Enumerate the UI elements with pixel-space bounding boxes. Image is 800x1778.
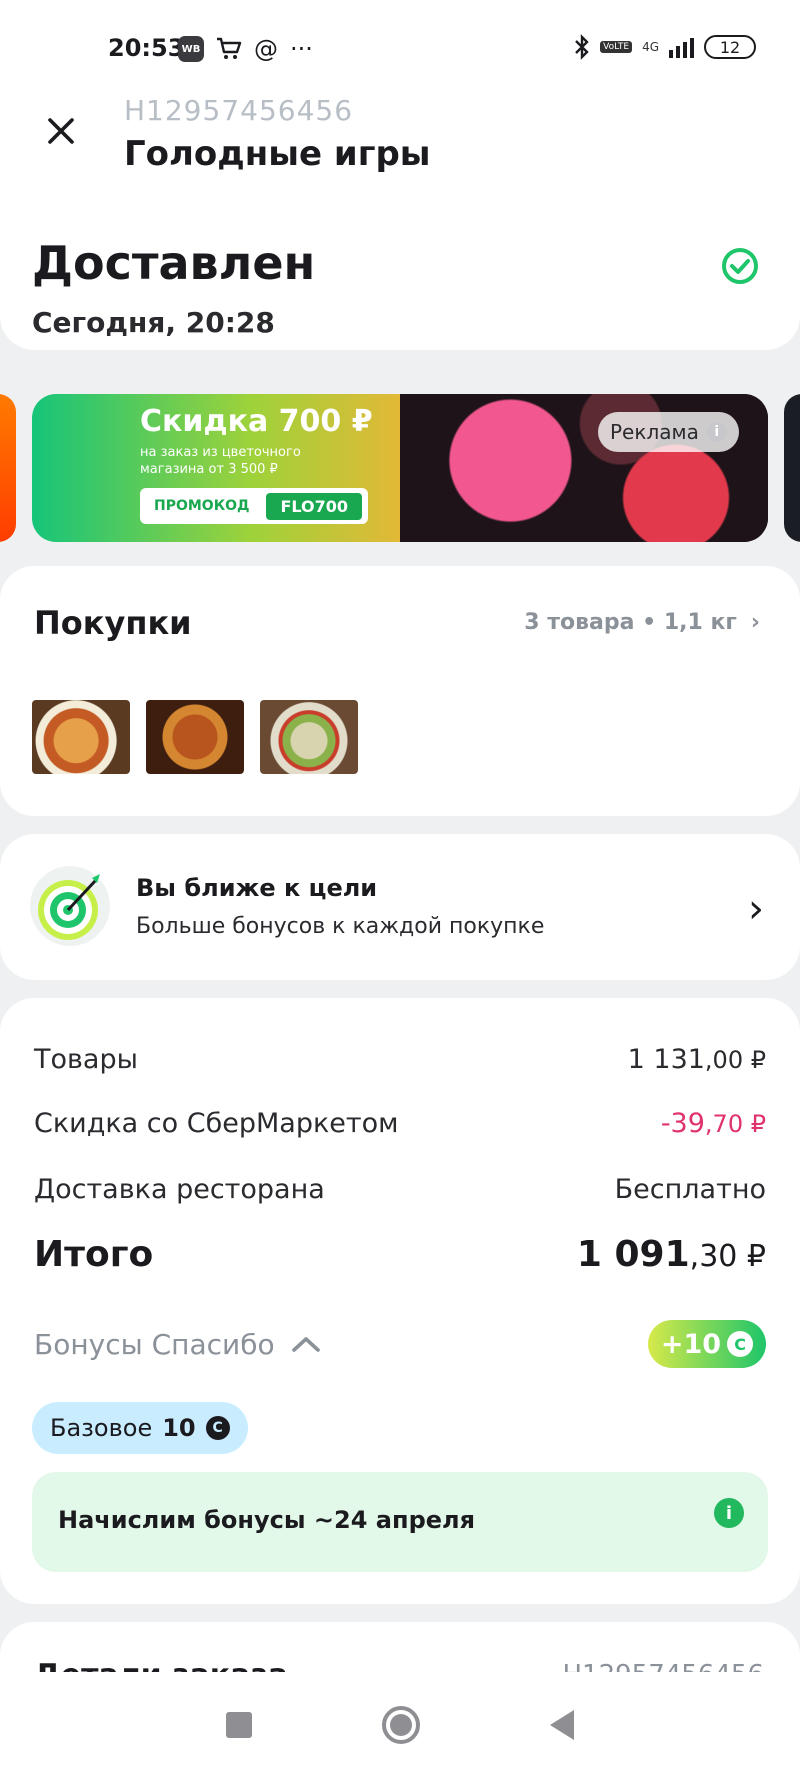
info-icon: i [706, 422, 727, 442]
bonus-accrual-notice: Начислим бонусы ~24 апреля i [32, 1472, 768, 1572]
total-value-dec: ,30 ₽ [689, 1239, 766, 1274]
chevron-right-icon: › [750, 610, 760, 635]
purchases-meta-text: 3 товара • 1,1 кг [524, 610, 737, 635]
base-bonus-value: 10 [162, 1414, 196, 1442]
banner-next-peek[interactable] [784, 394, 800, 542]
promo-label: ПРОМОКОД [154, 498, 250, 514]
wb-app-icon: WB [178, 36, 204, 62]
total-row: Итого 1 091,30 ₽ [34, 1234, 766, 1275]
delivery-time: Сегодня, 20:28 [32, 306, 275, 339]
bluetooth-icon [575, 34, 589, 60]
accrual-text: Начислим бонусы ~24 апреля [58, 1506, 476, 1534]
notification-icons: WB @ ··· [178, 36, 313, 62]
bonus-row: Бонусы Спасибо +10 С [34, 1320, 766, 1368]
status-time: 20:53 [108, 34, 185, 62]
close-button[interactable] [40, 110, 82, 152]
chevron-up-icon [291, 1337, 320, 1352]
purchases-summary[interactable]: 3 товара • 1,1 кг › [524, 610, 760, 635]
bonus-label: Бонусы Спасибо [34, 1327, 275, 1361]
goal-title: Вы ближе к цели [136, 874, 378, 902]
chevron-right-icon: › [748, 886, 764, 932]
product-thumbnails [32, 700, 358, 774]
info-icon[interactable]: i [714, 1498, 744, 1528]
check-circle-icon [722, 248, 758, 284]
banner-prev-peek[interactable] [0, 394, 16, 542]
delivery-value: Бесплатно [614, 1174, 766, 1205]
target-icon [30, 866, 110, 946]
discount-value: -39,70 ₽ [661, 1108, 766, 1139]
product-thumbnail[interactable] [146, 700, 244, 774]
bonus-toggle[interactable]: Бонусы Спасибо [34, 1328, 321, 1361]
delivery-row: Доставка ресторана Бесплатно [34, 1174, 766, 1205]
store-name: Голодные игры [124, 134, 431, 174]
bonus-amount-badge: +10 С [648, 1320, 766, 1368]
discount-value-int: -39 [660, 1108, 705, 1139]
cart-icon [217, 37, 242, 59]
promo-banner[interactable]: Скидка 700 ₽ на заказ из цветочного мага… [32, 394, 768, 542]
banner-subtitle: на заказ из цветочного магазина от 3 500… [140, 445, 301, 477]
system-nav-bar [0, 1672, 800, 1778]
spasibo-coin-icon: С [727, 1331, 754, 1357]
goods-value: 1 131,00 ₽ [628, 1044, 766, 1075]
delivery-label: Доставка ресторана [34, 1174, 325, 1205]
total-value-int: 1 091 [576, 1234, 690, 1275]
product-thumbnail[interactable] [260, 700, 358, 774]
goods-value-int: 1 131 [627, 1044, 705, 1075]
banner-title: Скидка 700 ₽ [140, 404, 373, 439]
total-label: Итого [34, 1234, 154, 1275]
purchases-card[interactable]: Покупки 3 товара • 1,1 кг › [0, 566, 800, 816]
network-type: 4G [642, 40, 659, 54]
base-bonus-label: Базовое [50, 1414, 153, 1442]
more-notifications-icon: ··· [290, 35, 313, 63]
back-button[interactable] [550, 1710, 574, 1740]
total-value: 1 091,30 ₽ [577, 1234, 766, 1275]
goods-row: Товары 1 131,00 ₽ [34, 1044, 766, 1075]
discount-row: Скидка со СберМаркетом -39,70 ₽ [34, 1108, 766, 1139]
order-status: Доставлен [32, 236, 316, 290]
order-header: H12957456456 Голодные игры Доставлен Сег… [0, 80, 800, 350]
goods-value-dec: ,00 ₽ [704, 1046, 766, 1074]
goal-subtitle: Больше бонусов к каждой покупке [136, 914, 545, 939]
base-bonus-chip: Базовое 10 С [32, 1402, 248, 1454]
goal-card[interactable]: Вы ближе к цели Больше бонусов к каждой … [0, 834, 800, 980]
goods-label: Товары [34, 1044, 138, 1075]
bonus-value: +10 [660, 1328, 722, 1360]
promo-code-box: ПРОМОКОД FLO700 [140, 488, 368, 524]
volte-icon: VoLTE [600, 41, 633, 53]
ad-label: Реклама [610, 420, 699, 444]
spasibo-coin-icon: С [205, 1416, 230, 1440]
promo-carousel[interactable]: Скидка 700 ₽ на заказ из цветочного мага… [0, 394, 800, 542]
ad-badge[interactable]: Реклама i [598, 412, 739, 452]
at-icon: @ [254, 35, 278, 63]
order-totals-card: Товары 1 131,00 ₽ Скидка со СберМаркетом… [0, 998, 800, 1604]
product-thumbnail[interactable] [32, 700, 130, 774]
close-icon [48, 118, 74, 144]
signal-icon [669, 36, 694, 58]
purchases-title: Покупки [34, 604, 192, 642]
battery-icon: 12 [704, 35, 756, 59]
recent-apps-button[interactable] [226, 1712, 252, 1738]
order-number: H12957456456 [124, 94, 354, 127]
home-icon [390, 1714, 412, 1736]
discount-value-dec: ,70 ₽ [704, 1110, 766, 1138]
home-button[interactable] [382, 1706, 420, 1744]
promo-code: FLO700 [266, 492, 362, 520]
system-icons: VoLTE 4G 12 [574, 34, 756, 60]
discount-label: Скидка со СберМаркетом [34, 1108, 399, 1139]
